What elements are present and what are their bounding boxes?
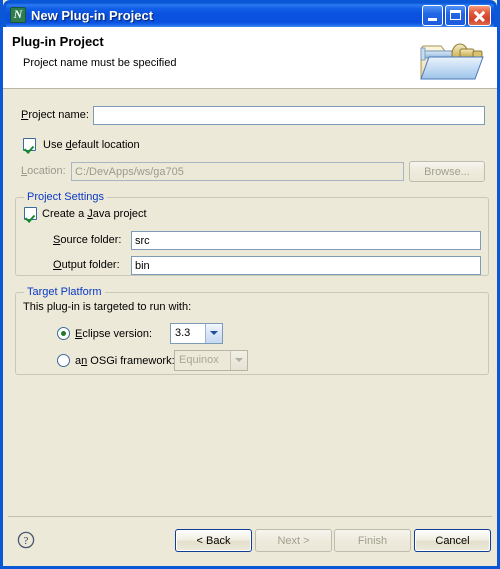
use-default-location-row[interactable]: Use default location [23, 138, 140, 151]
new-plugin-project-dialog: N New Plug-in Project Plug-in Project Pr… [0, 0, 500, 569]
next-button[interactable]: Next > [255, 529, 332, 552]
output-folder-input[interactable] [131, 256, 481, 275]
caption-buttons [422, 4, 492, 26]
chevron-down-icon[interactable] [205, 324, 222, 343]
source-folder-label: Source folder: [53, 234, 122, 246]
maximize-button[interactable] [445, 4, 466, 26]
minimize-button[interactable] [422, 4, 443, 26]
osgi-framework-radio-row[interactable]: an OSGi framework: [57, 354, 175, 367]
svg-text:?: ? [24, 535, 29, 547]
create-java-project-label: Create a Java project [42, 207, 147, 220]
source-folder-input[interactable] [131, 231, 481, 250]
use-default-location-label: Use default location [43, 138, 140, 151]
help-icon[interactable]: ? [17, 531, 35, 549]
osgi-framework-combo[interactable]: Equinox [174, 350, 248, 371]
eclipse-plugin-icon: N [10, 7, 26, 23]
eclipse-version-label: Eclipse version: [75, 327, 153, 340]
close-button[interactable] [468, 4, 491, 26]
output-folder-label: Output folder: [53, 259, 120, 271]
target-platform-group-title: Target Platform [24, 286, 105, 298]
eclipse-version-value: 3.3 [175, 327, 191, 339]
location-label: Location: [21, 165, 66, 177]
output-folder-label-wrap: Output folder: [53, 259, 120, 271]
eclipse-version-combo[interactable]: 3.3 [170, 323, 223, 344]
osgi-framework-radio[interactable] [57, 354, 70, 367]
dialog-body: Project name: Use default location Locat… [3, 89, 497, 552]
project-name-label: Project name: [21, 109, 89, 121]
project-settings-group-title: Project Settings [24, 191, 108, 203]
location-input[interactable] [71, 162, 404, 181]
plug-in-project-folder-icon [413, 31, 489, 87]
back-button[interactable]: < Back [175, 529, 252, 552]
use-default-location-checkbox[interactable] [23, 138, 36, 151]
location-label-wrap: Location: [21, 165, 66, 177]
osgi-framework-value: Equinox [179, 354, 219, 366]
title-bar: N New Plug-in Project [3, 0, 497, 27]
eclipse-version-radio[interactable] [57, 327, 70, 340]
osgi-framework-label: an OSGi framework: [75, 354, 175, 367]
wizard-header: Plug-in Project Project name must be spe… [3, 27, 497, 89]
chevron-down-icon[interactable] [230, 351, 247, 370]
window-title: New Plug-in Project [31, 7, 154, 23]
browse-button[interactable]: Browse... [409, 161, 485, 182]
project-name-row: Project name: [21, 109, 89, 121]
target-platform-description-wrap: This plug-in is targeted to run with: [23, 301, 191, 313]
create-java-project-row[interactable]: Create a Java project [24, 207, 147, 220]
eclipse-version-radio-row[interactable]: Eclipse version: [57, 327, 152, 340]
finish-button[interactable]: Finish [334, 529, 411, 552]
button-bar-separator [8, 516, 492, 517]
cancel-button[interactable]: Cancel [414, 529, 491, 552]
project-name-input[interactable] [93, 106, 485, 125]
source-folder-label-wrap: Source folder: [53, 234, 122, 246]
target-platform-description: This plug-in is targeted to run with: [23, 301, 192, 313]
create-java-project-checkbox[interactable] [24, 207, 37, 220]
